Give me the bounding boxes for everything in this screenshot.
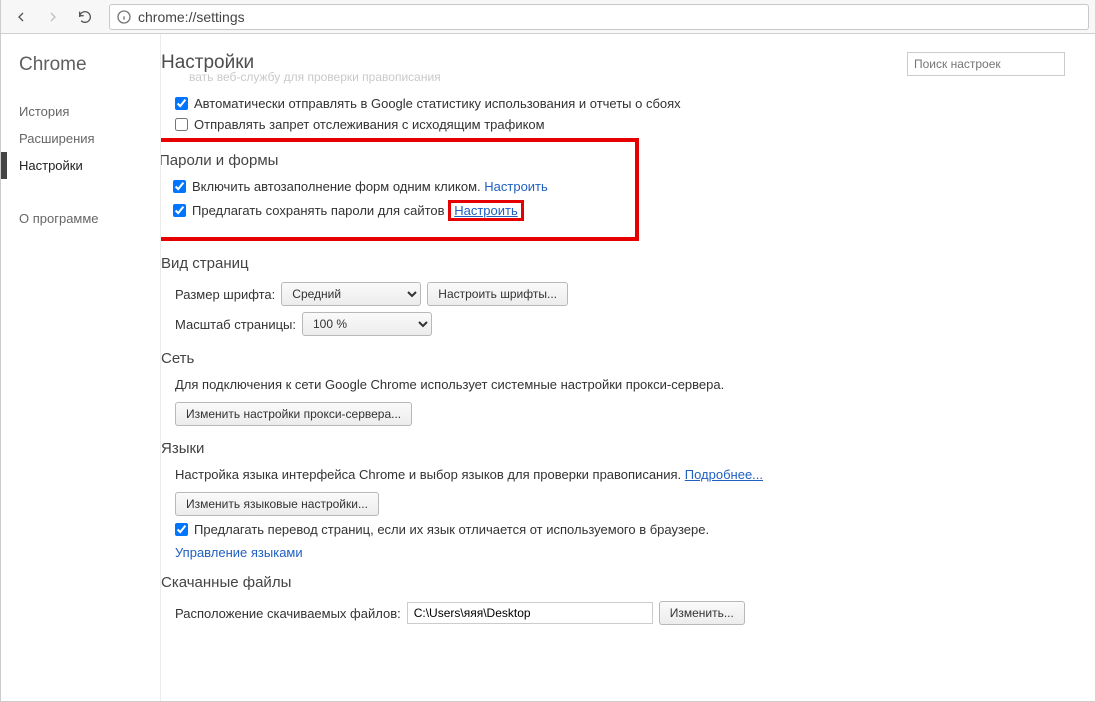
section-title-languages: Языки [161, 440, 1065, 457]
translate-checkbox[interactable] [175, 523, 188, 536]
row-font-size: Размер шрифта: Средний Настроить шрифты.… [175, 282, 1065, 306]
section-title-network: Сеть [161, 350, 1065, 367]
browser-nav-bar: chrome://settings [1, 0, 1095, 34]
sidebar-brand: Chrome [19, 54, 160, 76]
languages-description-text: Настройка языка интерфейса Chrome и выбо… [175, 467, 681, 482]
zoom-select[interactable]: 100 % [302, 312, 432, 336]
manage-languages-link[interactable]: Управление языками [175, 545, 303, 560]
row-page-zoom: Масштаб страницы: 100 % [175, 312, 1065, 336]
search-input[interactable] [907, 52, 1065, 76]
section-title-passwords: Пароли и формы [161, 152, 625, 169]
sidebar: Chrome История Расширения Настройки О пр… [1, 34, 161, 701]
stats-label: Автоматически отправлять в Google статис… [194, 96, 681, 111]
row-download-location: Расположение скачиваемых файлов: Изменит… [175, 601, 1065, 625]
save-passwords-checkbox[interactable] [173, 204, 186, 217]
save-passwords-label: Предлагать сохранять пароли для сайтов [192, 203, 445, 218]
address-bar[interactable]: chrome://settings [109, 4, 1089, 30]
autofill-checkbox[interactable] [173, 180, 186, 193]
section-title-appearance: Вид страниц [161, 255, 1065, 272]
dnt-label: Отправлять запрет отслеживания с исходящ… [194, 117, 545, 132]
checkbox-row-autofill: Включить автозаполнение форм одним клико… [173, 179, 625, 194]
section-title-downloads: Скачанные файлы [161, 574, 1065, 591]
checkbox-row-stats: Автоматически отправлять в Google статис… [175, 96, 1065, 111]
network-description: Для подключения к сети Google Chrome исп… [175, 377, 1065, 392]
checkbox-row-dnt: Отправлять запрет отслеживания с исходящ… [175, 117, 1065, 132]
translate-label: Предлагать перевод страниц, если их язык… [194, 522, 709, 537]
download-location-input[interactable] [407, 602, 653, 624]
faded-background-text: вать веб-службу для проверки правописани… [189, 70, 441, 84]
sidebar-item-about[interactable]: О программе [19, 205, 160, 232]
sidebar-item-settings[interactable]: Настройки [19, 152, 160, 179]
save-passwords-configure-link[interactable]: Настроить [454, 203, 518, 218]
checkbox-row-translate: Предлагать перевод страниц, если их язык… [175, 522, 1065, 537]
autofill-label: Включить автозаполнение форм одним клико… [192, 179, 481, 194]
reload-button[interactable] [71, 3, 99, 31]
stats-checkbox[interactable] [175, 97, 188, 110]
back-button[interactable] [7, 3, 35, 31]
proxy-settings-button[interactable]: Изменить настройки прокси-сервера... [175, 402, 412, 426]
sidebar-item-history[interactable]: История [19, 98, 160, 125]
settings-content: Настройки вать веб-службу для проверки п… [161, 34, 1095, 701]
change-download-location-button[interactable]: Изменить... [659, 601, 745, 625]
download-location-label: Расположение скачиваемых файлов: [175, 606, 401, 621]
address-text: chrome://settings [138, 9, 245, 25]
autofill-configure-link[interactable]: Настроить [484, 179, 548, 194]
checkbox-row-save-passwords: Предлагать сохранять пароли для сайтов Н… [173, 200, 625, 221]
languages-learn-more-link[interactable]: Подробнее... [685, 467, 763, 482]
zoom-label: Масштаб страницы: [175, 317, 296, 332]
languages-description: Настройка языка интерфейса Chrome и выбо… [175, 467, 1065, 482]
dnt-checkbox[interactable] [175, 118, 188, 131]
sidebar-item-extensions[interactable]: Расширения [19, 125, 160, 152]
font-size-label: Размер шрифта: [175, 287, 275, 302]
site-info-icon[interactable] [116, 9, 132, 25]
font-size-select[interactable]: Средний [281, 282, 421, 306]
highlight-box-passwords: Пароли и формы Включить автозаполнение ф… [161, 138, 639, 241]
customize-fonts-button[interactable]: Настроить шрифты... [427, 282, 568, 306]
language-settings-button[interactable]: Изменить языковые настройки... [175, 492, 379, 516]
highlight-box-configure-link: Настроить [448, 200, 524, 221]
forward-button[interactable] [39, 3, 67, 31]
